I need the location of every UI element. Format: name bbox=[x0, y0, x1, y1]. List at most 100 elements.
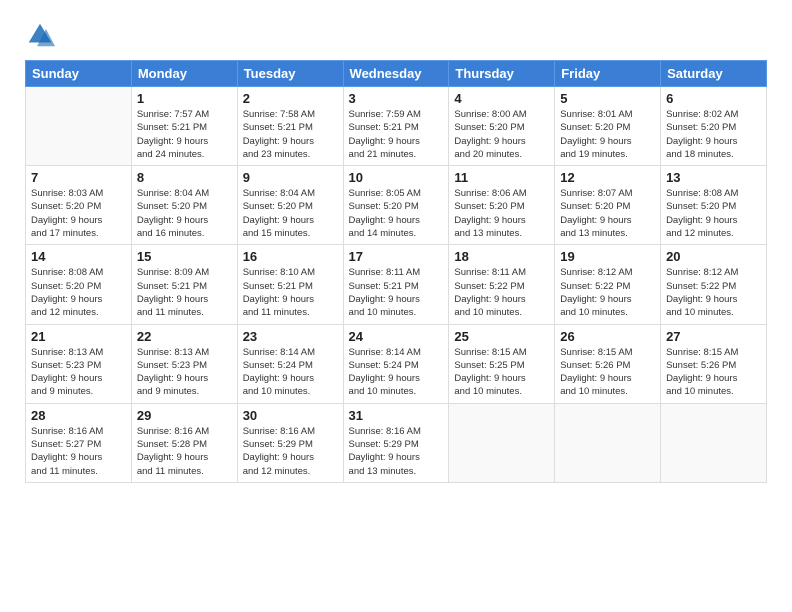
day-number: 13 bbox=[666, 170, 761, 185]
day-info: Sunrise: 8:15 AM Sunset: 5:26 PM Dayligh… bbox=[560, 346, 655, 399]
day-number: 12 bbox=[560, 170, 655, 185]
day-number: 3 bbox=[349, 91, 444, 106]
day-info: Sunrise: 8:09 AM Sunset: 5:21 PM Dayligh… bbox=[137, 266, 232, 319]
calendar-cell: 11 Sunrise: 8:06 AM Sunset: 5:20 PM Dayli… bbox=[449, 166, 555, 245]
calendar-cell: 16Sunrise: 8:10 AM Sunset: 5:21 PM Dayli… bbox=[237, 245, 343, 324]
weekday-header-thursday: Thursday bbox=[449, 61, 555, 87]
day-number: 15 bbox=[137, 249, 232, 264]
day-info: Sunrise: 7:57 AM Sunset: 5:21 PM Dayligh… bbox=[137, 108, 232, 161]
day-info: Sunrise: 8:15 AM Sunset: 5:25 PM Dayligh… bbox=[454, 346, 549, 399]
calendar-cell: 19Sunrise: 8:12 AM Sunset: 5:22 PM Dayli… bbox=[555, 245, 661, 324]
weekday-header-wednesday: Wednesday bbox=[343, 61, 449, 87]
calendar-cell: 18 Sunrise: 8:11 AM Sunset: 5:22 PM Dayli… bbox=[449, 245, 555, 324]
week-row-5: 28Sunrise: 8:16 AM Sunset: 5:27 PM Dayli… bbox=[26, 403, 767, 482]
calendar-cell: 8Sunrise: 8:04 AM Sunset: 5:20 PM Daylig… bbox=[131, 166, 237, 245]
calendar-table: SundayMondayTuesdayWednesdayThursdayFrid… bbox=[25, 60, 767, 483]
calendar-cell: 12 Sunrise: 8:07 AM Sunset: 5:20 PM Dayli… bbox=[555, 166, 661, 245]
day-info: Sunrise: 8:16 AM Sunset: 5:29 PM Dayligh… bbox=[243, 425, 338, 478]
day-info: Sunrise: 8:12 AM Sunset: 5:22 PM Dayligh… bbox=[666, 266, 761, 319]
week-row-1: 1 Sunrise: 7:57 AM Sunset: 5:21 PM Daylig… bbox=[26, 87, 767, 166]
day-number: 11 bbox=[454, 170, 549, 185]
calendar-cell bbox=[555, 403, 661, 482]
day-number: 28 bbox=[31, 408, 126, 423]
calendar-cell: 25 Sunrise: 8:15 AM Sunset: 5:25 PM Dayli… bbox=[449, 324, 555, 403]
calendar-cell: 17 Sunrise: 8:11 AM Sunset: 5:21 PM Dayli… bbox=[343, 245, 449, 324]
day-number: 31 bbox=[349, 408, 444, 423]
calendar-cell: 22 Sunrise: 8:13 AM Sunset: 5:23 PM Dayli… bbox=[131, 324, 237, 403]
calendar-cell: 10 Sunrise: 8:05 AM Sunset: 5:20 PM Dayli… bbox=[343, 166, 449, 245]
day-number: 21 bbox=[31, 329, 126, 344]
day-info: Sunrise: 8:11 AM Sunset: 5:21 PM Dayligh… bbox=[349, 266, 444, 319]
calendar-cell: 21 Sunrise: 8:13 AM Sunset: 5:23 PM Dayli… bbox=[26, 324, 132, 403]
day-info: Sunrise: 8:14 AM Sunset: 5:24 PM Dayligh… bbox=[243, 346, 338, 399]
week-row-3: 14 Sunrise: 8:08 AM Sunset: 5:20 PM Dayli… bbox=[26, 245, 767, 324]
day-info: Sunrise: 8:00 AM Sunset: 5:20 PM Dayligh… bbox=[454, 108, 549, 161]
day-number: 14 bbox=[31, 249, 126, 264]
day-info: Sunrise: 8:16 AM Sunset: 5:29 PM Dayligh… bbox=[349, 425, 444, 478]
day-info: Sunrise: 8:14 AM Sunset: 5:24 PM Dayligh… bbox=[349, 346, 444, 399]
day-info: Sunrise: 7:59 AM Sunset: 5:21 PM Dayligh… bbox=[349, 108, 444, 161]
day-info: Sunrise: 8:05 AM Sunset: 5:20 PM Dayligh… bbox=[349, 187, 444, 240]
day-number: 26 bbox=[560, 329, 655, 344]
week-row-2: 7Sunrise: 8:03 AM Sunset: 5:20 PM Daylig… bbox=[26, 166, 767, 245]
day-number: 9 bbox=[243, 170, 338, 185]
day-number: 27 bbox=[666, 329, 761, 344]
day-info: Sunrise: 8:08 AM Sunset: 5:20 PM Dayligh… bbox=[666, 187, 761, 240]
calendar-cell: 15 Sunrise: 8:09 AM Sunset: 5:21 PM Dayli… bbox=[131, 245, 237, 324]
day-number: 7 bbox=[31, 170, 126, 185]
calendar-cell: 30 Sunrise: 8:16 AM Sunset: 5:29 PM Dayli… bbox=[237, 403, 343, 482]
calendar-cell: 29Sunrise: 8:16 AM Sunset: 5:28 PM Dayli… bbox=[131, 403, 237, 482]
logo-icon bbox=[25, 20, 55, 50]
day-info: Sunrise: 8:02 AM Sunset: 5:20 PM Dayligh… bbox=[666, 108, 761, 161]
day-info: Sunrise: 7:58 AM Sunset: 5:21 PM Dayligh… bbox=[243, 108, 338, 161]
weekday-header-sunday: Sunday bbox=[26, 61, 132, 87]
day-number: 1 bbox=[137, 91, 232, 106]
calendar-cell: 28Sunrise: 8:16 AM Sunset: 5:27 PM Dayli… bbox=[26, 403, 132, 482]
calendar-cell: 24 Sunrise: 8:14 AM Sunset: 5:24 PM Dayli… bbox=[343, 324, 449, 403]
day-info: Sunrise: 8:16 AM Sunset: 5:28 PM Dayligh… bbox=[137, 425, 232, 478]
calendar-cell: 4 Sunrise: 8:00 AM Sunset: 5:20 PM Daylig… bbox=[449, 87, 555, 166]
calendar-cell: 1 Sunrise: 7:57 AM Sunset: 5:21 PM Daylig… bbox=[131, 87, 237, 166]
weekday-header-tuesday: Tuesday bbox=[237, 61, 343, 87]
header bbox=[25, 20, 767, 50]
calendar-cell bbox=[26, 87, 132, 166]
day-number: 8 bbox=[137, 170, 232, 185]
day-number: 18 bbox=[454, 249, 549, 264]
day-number: 20 bbox=[666, 249, 761, 264]
day-number: 16 bbox=[243, 249, 338, 264]
day-number: 24 bbox=[349, 329, 444, 344]
calendar-cell: 9 Sunrise: 8:04 AM Sunset: 5:20 PM Daylig… bbox=[237, 166, 343, 245]
day-number: 4 bbox=[454, 91, 549, 106]
day-info: Sunrise: 8:07 AM Sunset: 5:20 PM Dayligh… bbox=[560, 187, 655, 240]
weekday-header-monday: Monday bbox=[131, 61, 237, 87]
calendar-cell: 20 Sunrise: 8:12 AM Sunset: 5:22 PM Dayli… bbox=[661, 245, 767, 324]
day-number: 30 bbox=[243, 408, 338, 423]
calendar-cell: 23Sunrise: 8:14 AM Sunset: 5:24 PM Dayli… bbox=[237, 324, 343, 403]
calendar-cell: 3 Sunrise: 7:59 AM Sunset: 5:21 PM Daylig… bbox=[343, 87, 449, 166]
calendar-cell: 14 Sunrise: 8:08 AM Sunset: 5:20 PM Dayli… bbox=[26, 245, 132, 324]
page: SundayMondayTuesdayWednesdayThursdayFrid… bbox=[0, 0, 792, 612]
day-info: Sunrise: 8:06 AM Sunset: 5:20 PM Dayligh… bbox=[454, 187, 549, 240]
day-number: 6 bbox=[666, 91, 761, 106]
day-number: 10 bbox=[349, 170, 444, 185]
day-info: Sunrise: 8:15 AM Sunset: 5:26 PM Dayligh… bbox=[666, 346, 761, 399]
day-number: 17 bbox=[349, 249, 444, 264]
day-info: Sunrise: 8:13 AM Sunset: 5:23 PM Dayligh… bbox=[137, 346, 232, 399]
weekday-header-row: SundayMondayTuesdayWednesdayThursdayFrid… bbox=[26, 61, 767, 87]
day-number: 22 bbox=[137, 329, 232, 344]
day-number: 2 bbox=[243, 91, 338, 106]
calendar-cell: 31 Sunrise: 8:16 AM Sunset: 5:29 PM Dayli… bbox=[343, 403, 449, 482]
day-info: Sunrise: 8:08 AM Sunset: 5:20 PM Dayligh… bbox=[31, 266, 126, 319]
calendar-cell: 27 Sunrise: 8:15 AM Sunset: 5:26 PM Dayli… bbox=[661, 324, 767, 403]
day-info: Sunrise: 8:13 AM Sunset: 5:23 PM Dayligh… bbox=[31, 346, 126, 399]
calendar-cell: 7Sunrise: 8:03 AM Sunset: 5:20 PM Daylig… bbox=[26, 166, 132, 245]
day-info: Sunrise: 8:01 AM Sunset: 5:20 PM Dayligh… bbox=[560, 108, 655, 161]
day-number: 25 bbox=[454, 329, 549, 344]
day-info: Sunrise: 8:04 AM Sunset: 5:20 PM Dayligh… bbox=[243, 187, 338, 240]
day-info: Sunrise: 8:11 AM Sunset: 5:22 PM Dayligh… bbox=[454, 266, 549, 319]
calendar-cell bbox=[661, 403, 767, 482]
calendar-cell: 13 Sunrise: 8:08 AM Sunset: 5:20 PM Dayli… bbox=[661, 166, 767, 245]
calendar-cell: 26 Sunrise: 8:15 AM Sunset: 5:26 PM Dayli… bbox=[555, 324, 661, 403]
week-row-4: 21 Sunrise: 8:13 AM Sunset: 5:23 PM Dayli… bbox=[26, 324, 767, 403]
calendar-cell: 6 Sunrise: 8:02 AM Sunset: 5:20 PM Daylig… bbox=[661, 87, 767, 166]
